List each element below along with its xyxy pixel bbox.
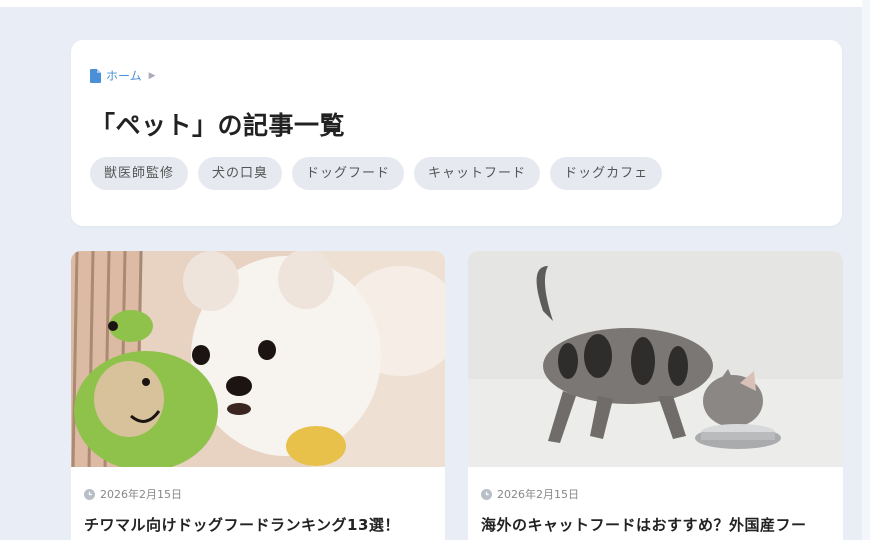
top-strip	[0, 0, 870, 7]
article-date: 2026年2月15日	[100, 488, 182, 501]
article-title[interactable]: 海外のキャットフードはおすすめ？外国産フー	[481, 514, 807, 535]
breadcrumb: ホーム ▶	[90, 67, 156, 84]
article-thumbnail-kitten[interactable]	[468, 251, 843, 467]
chevron-right-icon: ▶	[148, 70, 156, 81]
breadcrumb-home-link[interactable]: ホーム	[106, 67, 142, 84]
tag-link[interactable]: 犬の口臭	[198, 157, 283, 190]
archive-header: ホーム ▶ 「ペット」の記事一覧 獣医師監修 犬の口臭 ドッグフード キャットフ…	[71, 40, 842, 226]
article-card[interactable]: 2026年2月15日 チワマル向けドッグフードランキング13選！	[71, 251, 445, 540]
tag-link[interactable]: ドッグカフェ	[550, 157, 663, 190]
article-date: 2026年2月15日	[497, 488, 579, 501]
page-title: 「ペット」の記事一覧	[90, 111, 346, 140]
document-icon	[90, 68, 101, 83]
scroll-edge	[862, 0, 870, 540]
tag-list: 獣医師監修 犬の口臭 ドッグフード キャットフード ドッグカフェ	[90, 157, 663, 190]
article-card[interactable]: 2026年2月15日 海外のキャットフードはおすすめ？外国産フー	[468, 251, 843, 540]
tag-link[interactable]: ドッグフード	[292, 157, 405, 190]
article-title[interactable]: チワマル向けドッグフードランキング13選！	[84, 514, 400, 535]
article-meta: 2026年2月15日	[84, 486, 182, 502]
article-thumbnail-puppy[interactable]	[71, 251, 445, 467]
tag-link[interactable]: キャットフード	[414, 157, 541, 190]
clock-icon	[84, 488, 95, 500]
clock-icon	[481, 488, 492, 500]
article-meta: 2026年2月15日	[481, 486, 579, 502]
tag-link[interactable]: 獣医師監修	[90, 157, 189, 190]
